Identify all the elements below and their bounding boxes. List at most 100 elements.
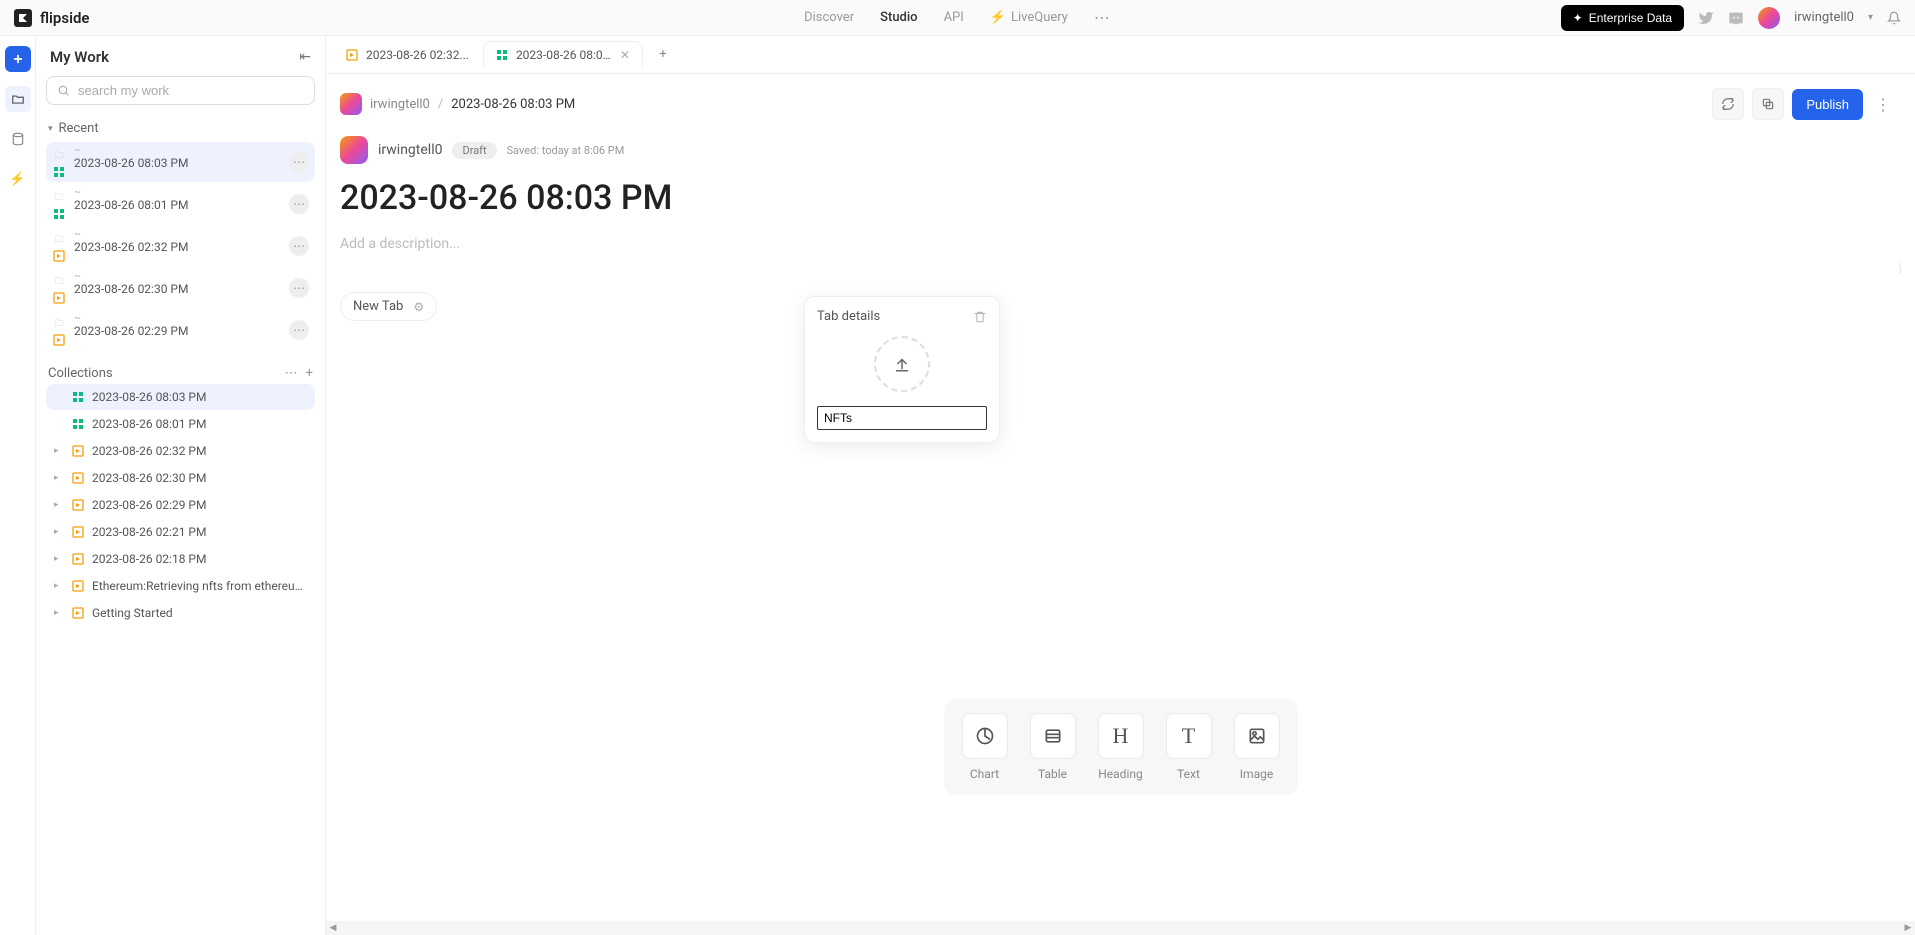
publish-button[interactable]: Publish	[1792, 89, 1863, 120]
twitter-icon[interactable]	[1698, 10, 1714, 26]
trash-icon[interactable]	[973, 310, 987, 324]
recent-item[interactable]: 🗀~2023-08-26 02:29 PM⋯	[46, 310, 315, 350]
item-menu[interactable]: ⋯	[289, 236, 309, 256]
collection-item[interactable]: ▸2023-08-26 02:21 PM	[46, 519, 315, 545]
collection-item[interactable]: 2023-08-26 08:01 PM	[46, 411, 315, 437]
item-menu[interactable]: ⋯	[289, 194, 309, 214]
editor-tab[interactable]: 2023-08-26 02:32...	[334, 41, 481, 68]
page-title[interactable]: 2023-08-26 08:03 PM	[340, 178, 1895, 218]
collections-add[interactable]: +	[306, 366, 313, 381]
collection-item[interactable]: ▸Ethereum:Retrieving nfts from ethereum.…	[46, 573, 315, 599]
insert-text[interactable]: TText	[1166, 713, 1212, 781]
more-button[interactable]: ⋮	[1871, 95, 1895, 114]
collection-item-label: 2023-08-26 02:29 PM	[92, 498, 307, 512]
collection-item[interactable]: ▸Getting Started	[46, 600, 315, 626]
brand[interactable]: flipside	[14, 9, 90, 27]
collapse-sidebar-icon[interactable]: ⇤	[299, 49, 311, 65]
collections-more[interactable]: ⋯	[285, 366, 298, 381]
chevron-right-icon[interactable]: ▸	[54, 500, 64, 510]
collection-item[interactable]: ▸2023-08-26 02:30 PM	[46, 465, 315, 491]
nav-api[interactable]: API	[944, 10, 964, 25]
refresh-button[interactable]	[1712, 88, 1744, 120]
insert-chart-label: Chart	[970, 767, 999, 781]
recent-label: Recent	[59, 121, 99, 136]
new-button[interactable]	[5, 46, 31, 72]
collection-item[interactable]: ▸ 2023-08-26 02:32 PM	[46, 438, 315, 464]
doc-icon	[53, 166, 65, 178]
discord-icon[interactable]	[1728, 10, 1744, 26]
folder-icon: 🗀	[54, 232, 63, 248]
upload-image-button[interactable]	[874, 336, 930, 392]
insert-table[interactable]: Table	[1030, 713, 1076, 781]
chevron-down-icon: ▾	[48, 124, 53, 134]
item-menu[interactable]: ⋯	[289, 320, 309, 340]
add-tab-button[interactable]: +	[651, 43, 675, 67]
insert-heading[interactable]: HHeading	[1098, 713, 1144, 781]
doc-icon	[72, 472, 84, 484]
insert-image-label: Image	[1240, 767, 1273, 781]
enterprise-data-button[interactable]: ✦Enterprise Data	[1561, 5, 1684, 31]
doc-icon	[72, 418, 84, 430]
tab-details-popup: Tab details	[804, 296, 1000, 443]
recent-item-label: 2023-08-26 02:30 PM	[74, 282, 188, 298]
collection-item[interactable]: 2023-08-26 08:03 PM	[46, 384, 315, 410]
nav-discover[interactable]: Discover	[804, 10, 854, 25]
chevron-right-icon[interactable]: ▸	[54, 581, 64, 591]
chevron-right-icon[interactable]: ▸	[54, 527, 64, 537]
database-button[interactable]	[5, 126, 31, 152]
chevron-right-icon[interactable]: ▸	[54, 608, 64, 618]
tab-label: 2023-08-26 02:32...	[366, 48, 469, 62]
insert-chart[interactable]: Chart	[962, 713, 1008, 781]
avatar[interactable]	[1758, 7, 1780, 29]
bell-icon[interactable]	[1887, 11, 1901, 25]
chevron-right-icon[interactable]: ▸	[54, 446, 64, 456]
recent-item-label: 2023-08-26 02:29 PM	[74, 324, 188, 340]
gear-icon[interactable]: ⚙	[413, 300, 424, 314]
insert-text-label: Text	[1177, 767, 1200, 781]
doc-icon	[72, 526, 84, 538]
insert-bar: Chart Table HHeading TText Image	[944, 699, 1298, 795]
collection-item[interactable]: ▸2023-08-26 02:18 PM	[46, 546, 315, 572]
folder-button[interactable]	[5, 86, 31, 112]
nav-studio[interactable]: Studio	[880, 10, 917, 25]
nav-livequery[interactable]: ⚡LiveQuery	[990, 10, 1068, 25]
chevron-right-icon[interactable]: ▸	[54, 554, 64, 564]
doc-user[interactable]: irwingtell0	[378, 142, 442, 158]
search-box[interactable]	[46, 76, 315, 105]
topbar-right: ✦Enterprise Data irwingtell0 ▾	[1561, 5, 1901, 31]
chevron-right-icon[interactable]: ▸	[54, 473, 64, 483]
tab-name-input[interactable]	[817, 406, 987, 430]
doc-icon	[72, 391, 84, 403]
recent-item[interactable]: 🗀~2023-08-26 08:03 PM⋯	[46, 142, 315, 182]
new-tab-pill[interactable]: New Tab ⚙	[340, 292, 437, 321]
item-menu[interactable]: ⋯	[289, 278, 309, 298]
popup-title: Tab details	[817, 309, 880, 324]
topbar: flipside Discover Studio API ⚡LiveQuery …	[0, 0, 1915, 36]
recent-item[interactable]: 🗀~2023-08-26 02:30 PM⋯	[46, 268, 315, 308]
recent-item[interactable]: 🗀~2023-08-26 08:01 PM⋯	[46, 184, 315, 224]
editor-tab[interactable]: 2023-08-26 08:03...✕	[483, 41, 643, 69]
bolt-button[interactable]: ⚡	[5, 166, 31, 192]
insert-image[interactable]: Image	[1234, 713, 1280, 781]
username[interactable]: irwingtell0	[1794, 10, 1854, 25]
recent-header[interactable]: ▾ Recent	[46, 117, 315, 140]
description-input[interactable]: Add a description...	[340, 236, 1895, 252]
recent-item[interactable]: 🗀~2023-08-26 02:32 PM⋯	[46, 226, 315, 266]
chevron-down-icon[interactable]: ▾	[1868, 12, 1873, 23]
nav-more[interactable]: ⋯	[1094, 8, 1111, 27]
collection-item[interactable]: ▸ 2023-08-26 02:29 PM	[46, 492, 315, 518]
horizontal-scrollbar[interactable]: ◀▶	[326, 921, 1915, 935]
close-tab-icon[interactable]: ✕	[620, 48, 630, 62]
copy-button[interactable]	[1752, 88, 1784, 120]
recent-item-label: 2023-08-26 02:32 PM	[74, 240, 188, 256]
path-tilde: ~	[74, 146, 188, 156]
breadcrumb-user[interactable]: irwingtell0	[370, 97, 430, 112]
collection-item-label: 2023-08-26 02:32 PM	[92, 444, 307, 458]
breadcrumb: irwingtell0 / 2023-08-26 08:03 PM	[340, 93, 575, 115]
search-input[interactable]	[78, 83, 304, 98]
item-menu[interactable]: ⋯	[289, 152, 309, 172]
folder-icon: 🗀	[54, 316, 63, 332]
resize-handle[interactable]: ⟋	[1893, 261, 1908, 276]
doc-icon	[53, 208, 65, 220]
header-row: irwingtell0 / 2023-08-26 08:03 PM Publis…	[326, 74, 1915, 130]
